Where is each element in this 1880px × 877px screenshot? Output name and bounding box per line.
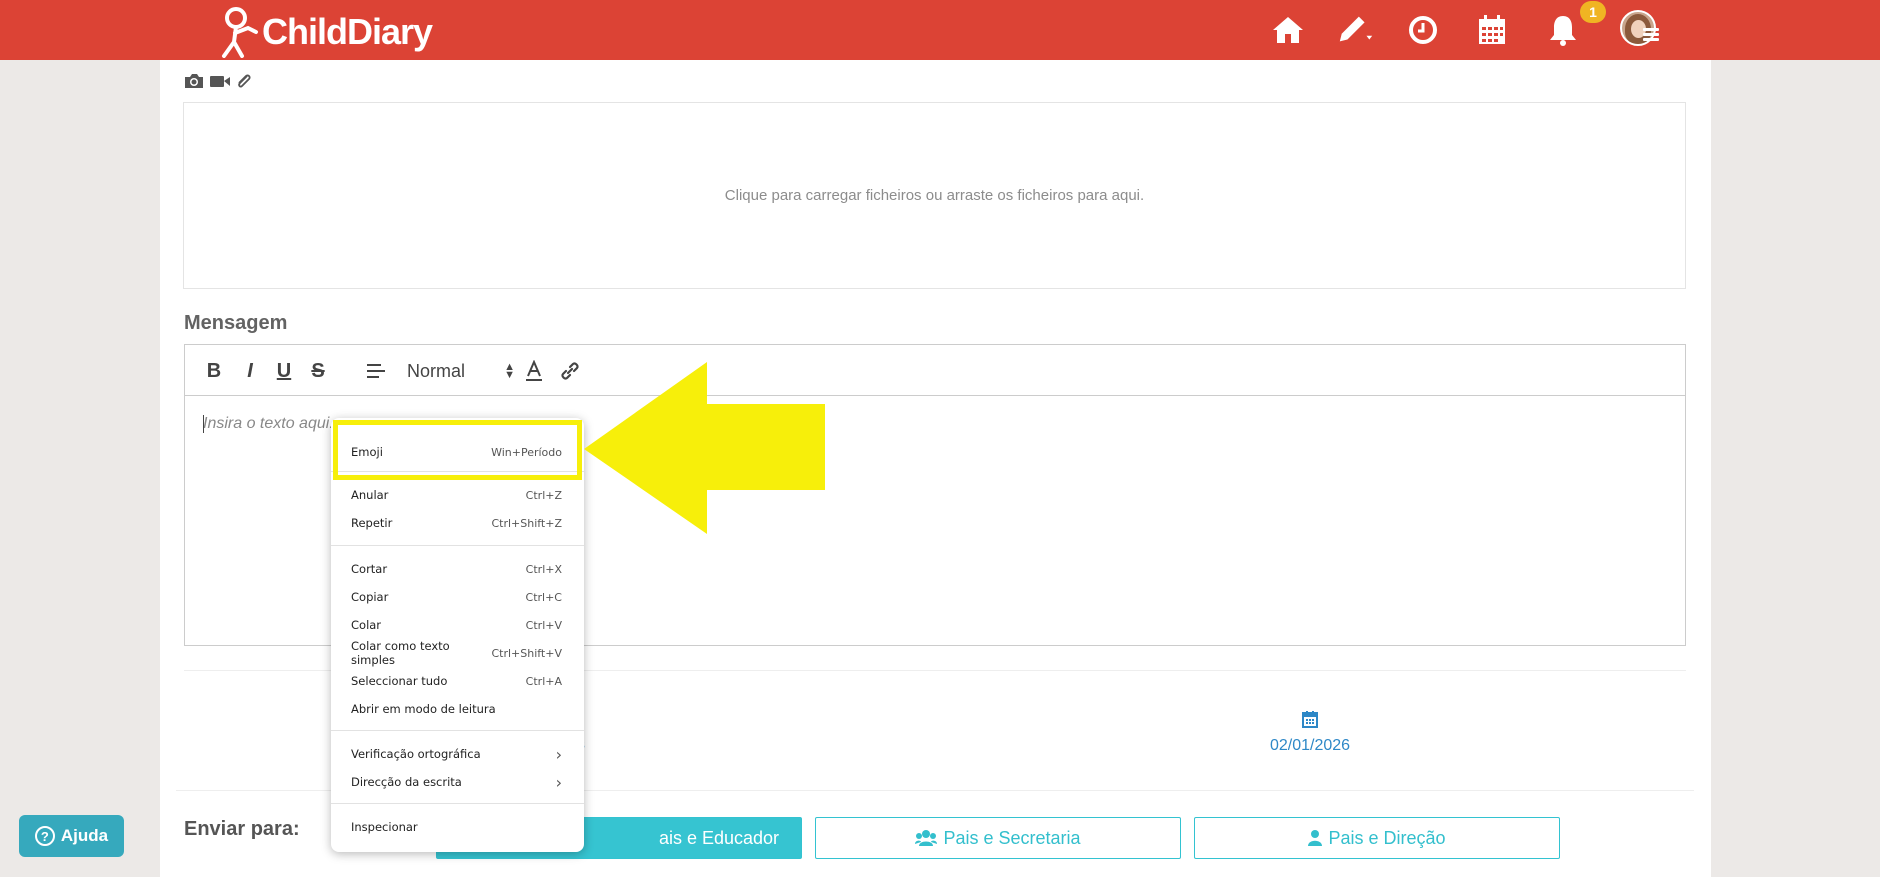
select-arrows-icon: ▲ ▼ [504,361,515,381]
paperclip-icon[interactable] [235,72,253,95]
strikethrough-button[interactable]: S [307,359,329,383]
notification-badge: 1 [1580,1,1606,23]
date-value: 02/01/2026 [1269,737,1351,754]
context-menu-item-select-all[interactable]: Seleccionar tudo Ctrl+A [331,668,584,694]
highlight-box [333,420,582,480]
context-menu-item-reading-mode[interactable]: Abrir em modo de leitura [331,696,584,722]
attachment-icons [183,72,253,95]
text-caret [203,415,204,433]
home-icon[interactable] [1268,10,1308,50]
editor-toolbar: B I U S Normal ▲ ▼ [185,345,1685,396]
chevron-right-icon: › [555,772,562,792]
context-menu-item-paste[interactable]: Colar Ctrl+V [331,612,584,638]
context-menu-item-undo[interactable]: Anular Ctrl+Z [331,482,584,508]
brand-name: ChildDiary [262,11,433,52]
font-size-select[interactable]: Normal ▲ ▼ [405,359,515,383]
font-size-value: Normal [407,360,466,381]
send-button-label: ais e Educador [658,827,780,848]
message-label: Mensagem [184,312,288,334]
menu-separator [331,730,584,731]
users-icon [915,830,938,846]
context-menu-item-redo[interactable]: Repetir Ctrl+Shift+Z [331,510,584,536]
calendar-small-icon [1302,711,1318,728]
send-button-label: Pais e Direção [1328,827,1446,848]
calendar-icon[interactable] [1472,10,1512,50]
context-menu-item-writing-direction[interactable]: Direcção da escrita › [331,769,584,795]
menu-separator [331,803,584,804]
menu-lines-icon[interactable] [1643,28,1659,43]
align-left-icon[interactable] [365,359,387,383]
clock-icon[interactable] [1403,10,1443,50]
send-button-label: Pais e Secretaria [943,827,1081,848]
date-picker[interactable]: 02/01/2026 [1262,710,1358,755]
question-icon: ? [34,826,55,846]
video-icon[interactable] [209,72,231,95]
pencil-icon[interactable] [1336,10,1376,50]
menu-separator [331,545,584,546]
bold-button[interactable]: B [203,359,225,383]
user-icon [1308,830,1323,846]
send-parents-secretary-button[interactable]: Pais e Secretaria [815,817,1181,859]
bell-icon[interactable] [1543,10,1583,50]
send-parents-direction-button[interactable]: Pais e Direção [1194,817,1560,859]
context-menu-item-inspect[interactable]: Inspecionar [331,814,584,840]
chevron-right-icon: › [555,744,562,764]
context-menu: Emoji Win+Período Anular Ctrl+Z Repetir Ctr… [331,418,584,852]
context-menu-item-paste-plain[interactable]: Colar como texto simples Ctrl+Shift+V [331,639,584,667]
underline-button[interactable]: U [273,359,295,383]
link-icon[interactable] [559,359,581,383]
help-label: Ajuda [60,826,109,845]
editor-placeholder: Insira o texto aqui... [203,415,343,432]
help-button[interactable]: ? Ajuda [19,815,124,857]
yellow-arrow-annotation [584,362,825,534]
top-bar: ChildDiary 1 [0,0,1880,60]
context-menu-item-spellcheck[interactable]: Verificação ortográfica › [331,741,584,767]
italic-button[interactable]: I [239,359,261,383]
send-to-label: Enviar para: [184,818,300,840]
text-color-button[interactable] [523,359,545,383]
childdiary-logo[interactable]: ChildDiary [214,6,433,58]
childdiary-mascot-icon [222,7,258,58]
file-dropzone[interactable]: Clique para carregar ficheiros ou arrast… [183,102,1686,289]
context-menu-item-cut[interactable]: Cortar Ctrl+X [331,556,584,582]
camera-icon[interactable] [183,72,205,95]
dropzone-text: Clique para carregar ficheiros ou arrast… [724,187,1145,204]
context-menu-item-copy[interactable]: Copiar Ctrl+C [331,584,584,610]
